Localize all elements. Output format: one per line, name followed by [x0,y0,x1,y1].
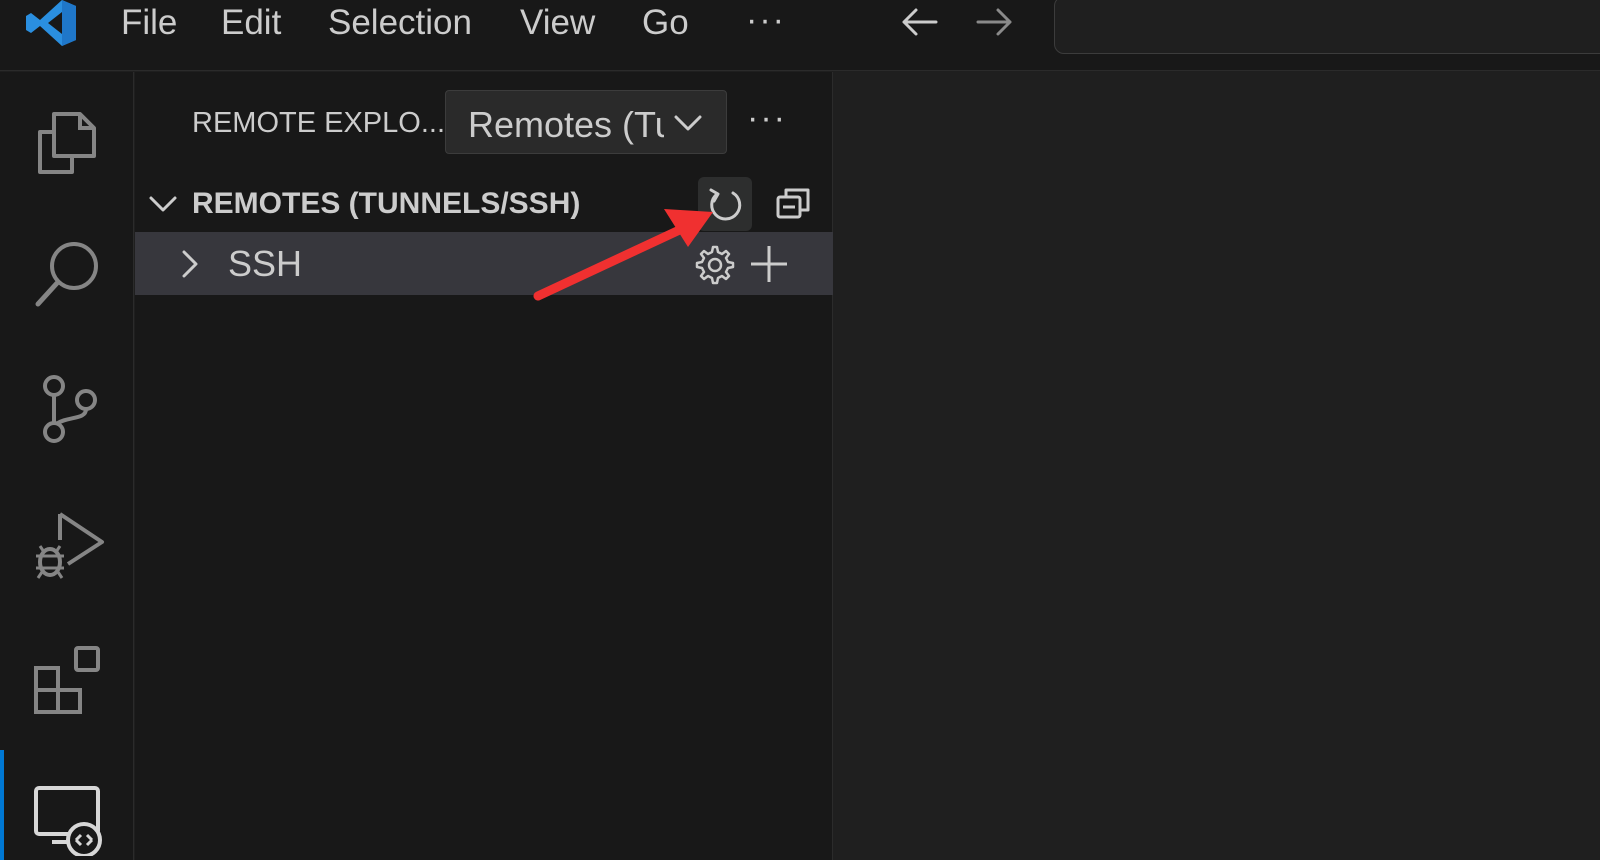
menu-selection[interactable]: Selection [328,3,472,43]
configure-ssh-button[interactable] [689,239,739,289]
menu-go[interactable]: Go [642,3,689,43]
command-center[interactable] [1054,0,1600,54]
activity-bar [0,72,134,860]
explorer-files-icon[interactable] [28,100,106,178]
arrow-right-icon[interactable] [972,2,1016,42]
menu-view[interactable]: View [520,3,595,43]
source-control-icon[interactable] [28,370,106,448]
collapse-all-button[interactable] [766,177,820,231]
vscode-logo-icon[interactable] [24,0,76,46]
refresh-icon [709,188,742,221]
refresh-button[interactable] [698,177,752,231]
chevron-down-icon [674,115,702,131]
remote-explorer-icon[interactable] [28,778,106,856]
title-bar: File Edit Selection View Go ··· [0,0,1600,71]
menu-file[interactable]: File [121,3,177,43]
tree-item-ssh[interactable]: SSH [135,232,833,295]
section-header-remotes[interactable]: REMOTES (TUNNELS/SSH) [135,176,833,232]
section-title: REMOTES (TUNNELS/SSH) [192,187,581,220]
run-debug-icon[interactable] [28,506,106,584]
extensions-icon[interactable] [28,640,106,718]
menu-more-button[interactable]: ··· [746,0,786,40]
gear-icon [695,245,735,285]
sidebar-remote-explorer: REMOTE EXPLO... Remotes (Tunnels/SSH) ··… [135,72,833,860]
collapse-all-icon [776,188,810,219]
sidebar-title: REMOTE EXPLO... [192,107,445,139]
tree-item-label: SSH [228,243,303,284]
search-icon[interactable] [28,234,106,312]
chevron-down-icon [149,196,177,212]
menu-edit[interactable]: Edit [221,3,281,43]
editor-area [834,72,1600,860]
remotes-view-select[interactable]: Remotes (Tunnels/SSH) [445,90,727,154]
add-ssh-host-button[interactable] [744,239,794,289]
chevron-right-icon [182,250,198,278]
sidebar-more-button[interactable]: ··· [747,98,787,138]
plus-icon [751,246,787,282]
select-value: Remotes (Tunnels/SSH) [468,105,664,145]
arrow-left-icon[interactable] [898,2,942,42]
active-indicator [0,750,4,860]
